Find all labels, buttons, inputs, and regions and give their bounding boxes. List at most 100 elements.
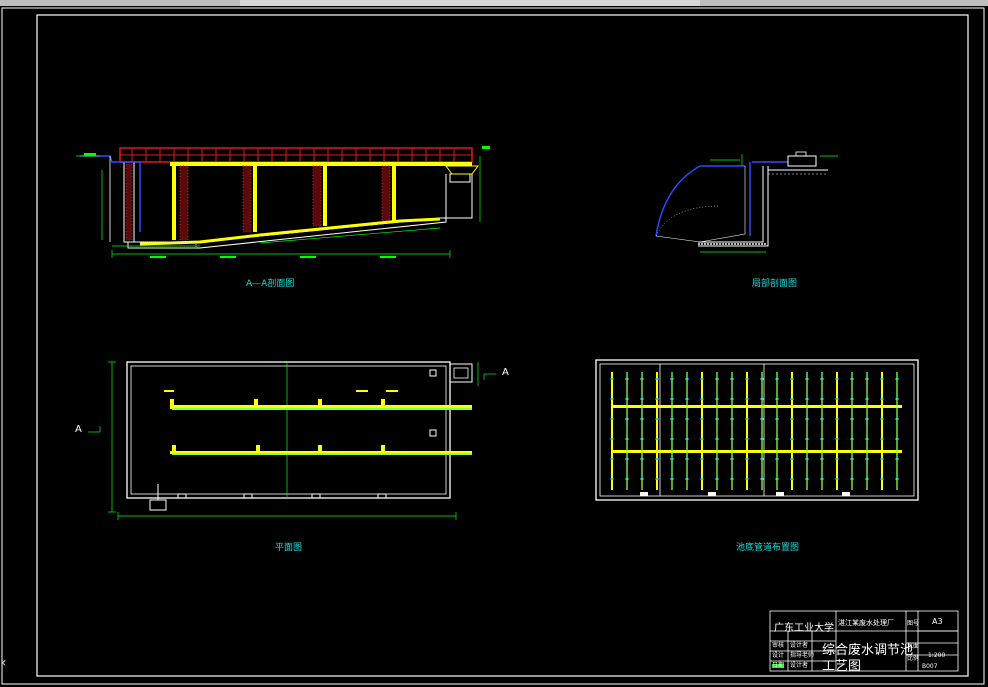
- diffuser-mark: [880, 398, 884, 400]
- diffuser-mark: [805, 478, 809, 480]
- diffuser-mark: [655, 458, 659, 460]
- diffuser-mark: [835, 478, 839, 480]
- plan-drawing: [88, 361, 496, 520]
- diffuser-mark: [895, 478, 899, 480]
- size-label: 图号: [907, 620, 920, 627]
- diffuser-mark: [655, 478, 659, 480]
- diffuser-mark: [760, 398, 764, 400]
- diffuser-mark: [610, 438, 614, 440]
- diffuser-mark: [865, 398, 869, 400]
- brick-cover: [119, 147, 473, 163]
- chevron-left-icon[interactable]: ‹: [1, 655, 7, 671]
- diffuser-mark: [625, 458, 629, 460]
- diffuser-mark: [670, 438, 674, 440]
- diffuser-mark: [685, 438, 689, 440]
- tb-row-3: 设计: [772, 652, 785, 659]
- tb-row-1: 审核: [772, 642, 785, 649]
- diffuser-mark: [670, 458, 674, 460]
- diffuser-mark: [880, 458, 884, 460]
- diffuser-mark: [700, 478, 704, 480]
- diffuser-mark: [715, 438, 719, 440]
- diffuser-mark: [745, 378, 749, 380]
- diffuser-mark: [745, 478, 749, 480]
- diffuser-mark: [610, 378, 614, 380]
- diffuser-mark: [805, 418, 809, 420]
- diffuser-mark: [715, 478, 719, 480]
- diffuser-mark: [625, 398, 629, 400]
- ratio-label: 水面: [907, 643, 920, 650]
- diffuser-mark: [865, 458, 869, 460]
- diffuser-mark: [700, 458, 704, 460]
- diffuser-mark: [850, 478, 854, 480]
- diffuser-mark: [760, 478, 764, 480]
- diffuser-mark: [745, 458, 749, 460]
- diffuser-mark: [730, 458, 734, 460]
- diffuser-mark: [745, 398, 749, 400]
- diffuser-mark: [625, 478, 629, 480]
- diffuser-mark: [880, 418, 884, 420]
- diffuser-mark: [655, 438, 659, 440]
- columns: [172, 165, 396, 241]
- diffuser-mark: [895, 438, 899, 440]
- diffuser-mark: [865, 418, 869, 420]
- diffuser-mark: [730, 438, 734, 440]
- diffuser-mark: [835, 438, 839, 440]
- diffuser-mark: [850, 438, 854, 440]
- tb-row-5: 日期: [772, 662, 785, 669]
- pipe-layout-title: 池底管道布置图: [736, 543, 800, 553]
- diffuser-mark: [700, 398, 704, 400]
- scale-label: 比例: [907, 655, 920, 662]
- diffuser-mark: [670, 378, 674, 380]
- diffuser-mark: [685, 398, 689, 400]
- diffuser-mark: [655, 418, 659, 420]
- diffuser-mark: [805, 438, 809, 440]
- diffuser-mark: [820, 378, 824, 380]
- diffuser-mark: [715, 378, 719, 380]
- diffuser-mark: [895, 378, 899, 380]
- diffuser-mark: [790, 378, 794, 380]
- outer-frame: [1, 7, 985, 685]
- drawing-border: [36, 14, 969, 677]
- diffuser-mark: [610, 458, 614, 460]
- cad-drawing-canvas[interactable]: [0, 6, 988, 687]
- diffuser-mark: [835, 378, 839, 380]
- diffuser-mark: [655, 378, 659, 380]
- diffuser-mark: [625, 418, 629, 420]
- diffuser-mark: [865, 378, 869, 380]
- diffuser-mark: [775, 378, 779, 380]
- diffuser-mark: [880, 438, 884, 440]
- diffuser-mark: [700, 418, 704, 420]
- diffuser-mark: [790, 478, 794, 480]
- diffuser-mark: [760, 438, 764, 440]
- diffuser-mark: [610, 418, 614, 420]
- diffuser-mark: [715, 418, 719, 420]
- size-value: A3: [932, 617, 943, 626]
- diffuser-mark: [790, 398, 794, 400]
- project-name: 湛江某废水处理厂: [838, 619, 894, 627]
- drawing-number: B007: [922, 663, 938, 670]
- diffuser-mark: [700, 378, 704, 380]
- section-marker-a-left: A: [75, 424, 82, 435]
- diffuser-mark: [895, 458, 899, 460]
- diffuser-mark: [760, 378, 764, 380]
- diffuser-mark: [685, 458, 689, 460]
- diffuser-mark: [640, 418, 644, 420]
- pipe-layout-drawing: [595, 359, 919, 501]
- tb-row-2: 设计者: [790, 642, 809, 649]
- diffuser-mark: [745, 438, 749, 440]
- diffuser-mark: [790, 418, 794, 420]
- tb-row-4: 指导老师: [790, 652, 815, 659]
- scale-value: 1:200: [928, 652, 946, 659]
- diffuser-mark: [670, 418, 674, 420]
- diffuser-mark: [730, 418, 734, 420]
- diffuser-mark: [625, 438, 629, 440]
- diffuser-mark: [865, 478, 869, 480]
- diffuser-mark: [820, 478, 824, 480]
- diffuser-mark: [670, 478, 674, 480]
- diffuser-mark: [715, 398, 719, 400]
- section-marker-a-right: A: [502, 367, 509, 378]
- diffuser-mark: [640, 458, 644, 460]
- diffuser-mark: [730, 398, 734, 400]
- diffuser-mark: [820, 418, 824, 420]
- diffuser-mark: [700, 438, 704, 440]
